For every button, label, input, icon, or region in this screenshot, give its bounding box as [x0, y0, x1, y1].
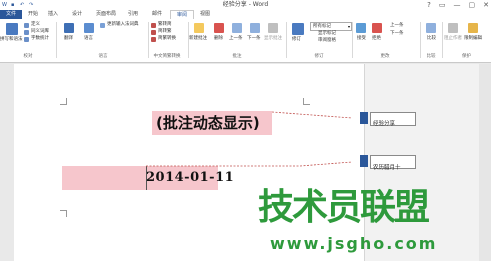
watermark-url: www.jsgho.com — [270, 234, 438, 253]
comment-author-marker — [360, 112, 368, 124]
comment-connector-line — [271, 111, 353, 119]
comment-author-marker — [360, 155, 368, 167]
comment-connector-line — [146, 161, 353, 167]
comment-text[interactable]: 农历腊月十 — [373, 165, 401, 172]
watermark-logo: 技术员联盟 — [258, 187, 430, 228]
comment-text[interactable]: 经验分享 — [373, 121, 395, 128]
